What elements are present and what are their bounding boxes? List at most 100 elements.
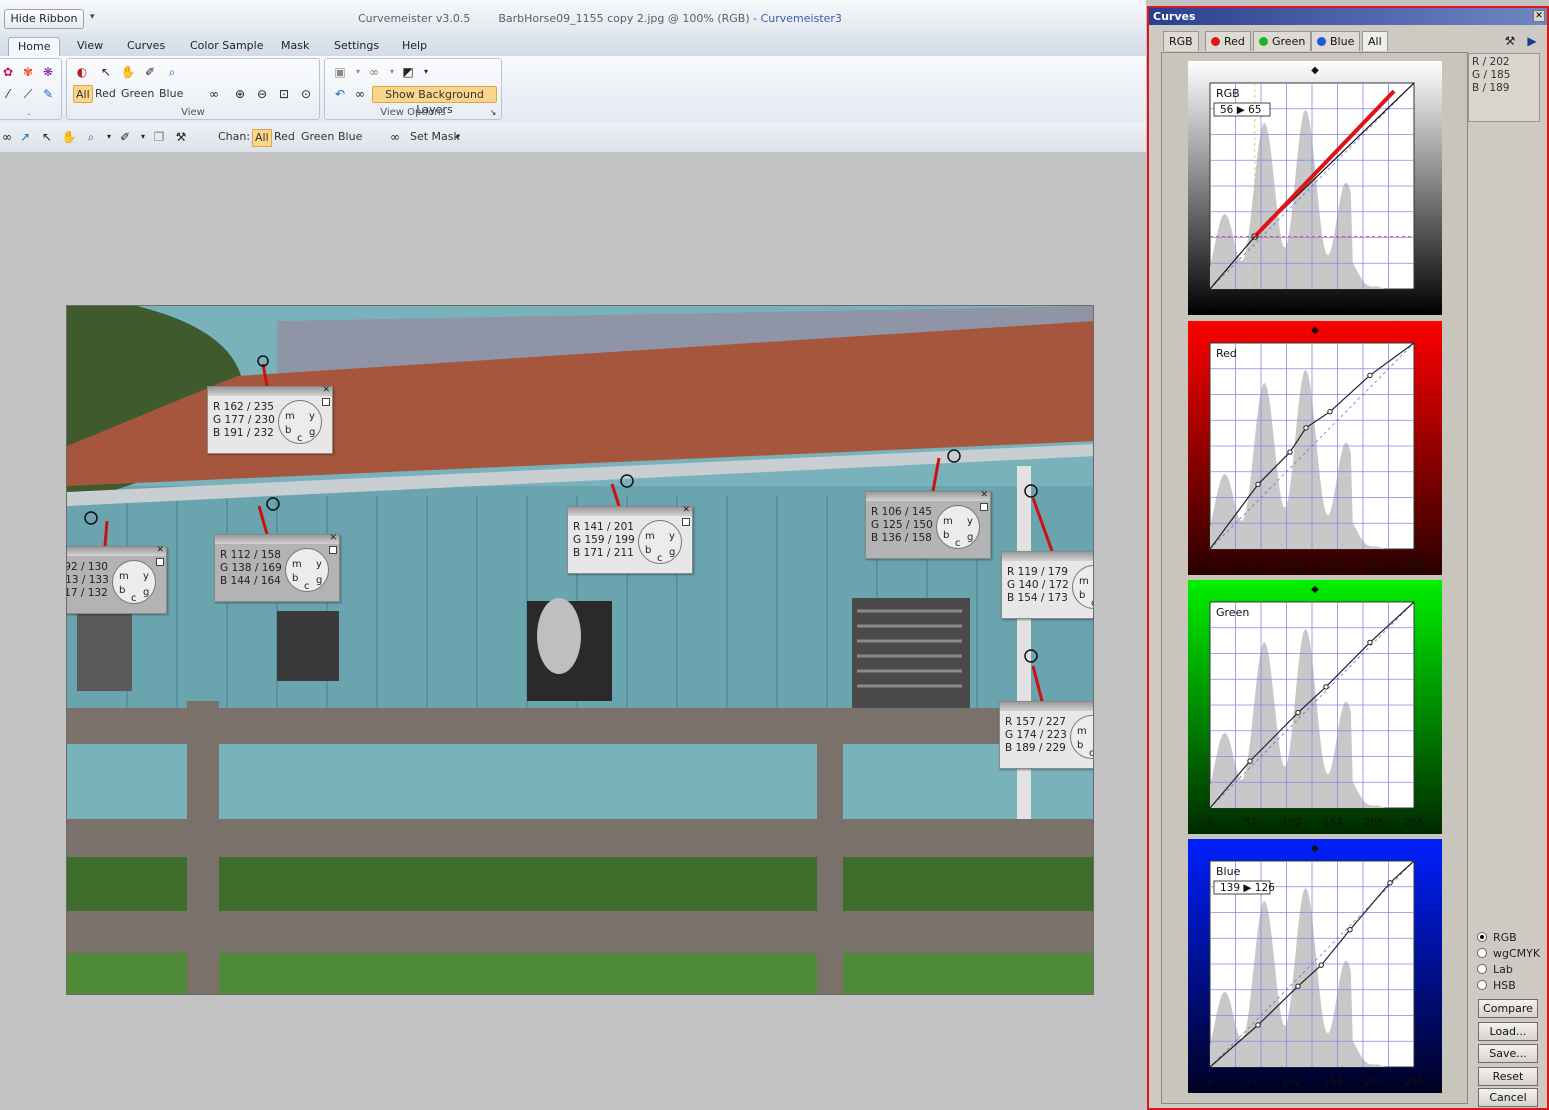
channel-blue-button[interactable]: Blue xyxy=(157,85,185,103)
pin-icon[interactable] xyxy=(682,518,690,526)
reset-button[interactable]: Reset xyxy=(1478,1067,1538,1086)
color-wheel-icon[interactable]: ✿ xyxy=(0,63,17,81)
color-sample-3[interactable]: ✕ R 112 / 158 G 138 / 169 B 144 / 164 m y bc… xyxy=(214,533,340,602)
chan-all-button[interactable]: All xyxy=(252,129,272,147)
layers-icon[interactable]: ∞ xyxy=(351,85,369,103)
palette-icon[interactable]: ✾ xyxy=(19,63,37,81)
show-background-layers-button[interactable]: Show Background Layers xyxy=(372,86,497,116)
curves-tab-rgb[interactable]: RGB xyxy=(1163,31,1199,51)
load-button[interactable]: Load... xyxy=(1478,1022,1538,1041)
pin-icon[interactable] xyxy=(322,398,330,406)
sample-titlebar[interactable] xyxy=(208,387,332,396)
undo-icon[interactable]: ↶ xyxy=(331,85,349,103)
tab-mask[interactable]: Mask xyxy=(279,37,311,56)
mask-icon[interactable]: ∞ xyxy=(386,128,404,146)
eyedropper-tool-icon[interactable]: ✐ xyxy=(141,63,159,81)
tab-help[interactable]: Help xyxy=(400,37,429,56)
curve-chart-blue[interactable]: ◆ Blue 139 ▶ 126 0 51 102 154 205 255 xyxy=(1188,839,1442,1093)
dial-letter: y xyxy=(669,531,675,542)
curve-display-icon[interactable]: ◩ xyxy=(399,63,417,81)
zoom-in-icon[interactable]: ⊕ xyxy=(231,85,249,103)
hand-icon[interactable]: ✋ xyxy=(119,63,137,81)
pointer-icon[interactable]: ↖ xyxy=(97,63,115,81)
channel-all-button[interactable]: All xyxy=(73,85,93,103)
dialog-launcher-icon[interactable]: ↘ xyxy=(487,107,499,119)
color-sample-5[interactable]: ✕ R 106 / 145 G 125 / 150 B 136 / 158 m y bc… xyxy=(865,490,991,559)
close-icon[interactable]: ✕ xyxy=(329,533,337,543)
pin-icon[interactable] xyxy=(980,503,988,511)
sample-titlebar[interactable] xyxy=(67,547,166,556)
zoom-fit-icon[interactable]: ⊡ xyxy=(275,85,293,103)
pin-icon[interactable] xyxy=(329,546,337,554)
cancel-button[interactable]: Cancel xyxy=(1478,1088,1538,1107)
color-sample-2[interactable]: ✕ R 92 / 130G 113 / 133B 117 / 132 m y bcg xyxy=(67,545,167,614)
wrench-icon[interactable]: ⚒ xyxy=(172,128,190,146)
zoom-out-icon[interactable]: ⊖ xyxy=(253,85,271,103)
magnify-icon[interactable]: ⌕ xyxy=(82,128,100,146)
sample-titlebar[interactable] xyxy=(1002,552,1093,561)
copy-icon[interactable]: ❐ xyxy=(150,128,168,146)
chan-blue-button[interactable]: Blue xyxy=(338,129,362,145)
hide-ribbon-button[interactable]: Hide Ribbon xyxy=(4,9,84,29)
wrench-icon[interactable]: ⚒ xyxy=(1501,32,1519,50)
pointer-icon[interactable]: ↖ xyxy=(38,128,56,146)
tab-view[interactable]: View xyxy=(75,37,105,56)
play-icon[interactable]: ▶ xyxy=(1523,32,1541,50)
curve-chart-rgb[interactable]: ◆ RGB 56 ▶ 65 0 51 102 154 205 255 xyxy=(1188,61,1442,315)
dropper-add-icon[interactable]: ⟋ xyxy=(19,85,37,103)
set-mask-dropdown[interactable]: ▾ xyxy=(456,129,460,145)
curves-tab-all[interactable]: All xyxy=(1362,31,1388,51)
sample-titlebar[interactable] xyxy=(1000,702,1093,711)
set-mask-button[interactable]: Set Mask xyxy=(410,129,460,145)
color-sample-6[interactable]: ✕ R 119 / 179G 140 / 172B 154 / 173 mybc… xyxy=(1001,551,1093,619)
tab-home[interactable]: Home xyxy=(8,37,61,56)
sample-titlebar[interactable] xyxy=(215,535,339,544)
curves-tab-green[interactable]: Green xyxy=(1253,31,1312,51)
mask-view-icon[interactable]: ∞ xyxy=(365,63,383,81)
curves-tab-red[interactable]: Red xyxy=(1205,31,1251,51)
tab-curves[interactable]: Curves xyxy=(125,37,167,56)
sample-titlebar[interactable] xyxy=(568,507,692,516)
curves-titlebar[interactable]: Curves xyxy=(1149,8,1547,25)
eyedropper-icon[interactable]: ✐ xyxy=(116,128,134,146)
sample-titlebar[interactable] xyxy=(866,492,990,501)
dropdown-icon[interactable]: ▾ xyxy=(417,63,435,81)
mask-icon[interactable]: ∞ xyxy=(0,128,16,146)
magnify-icon[interactable]: ⌕ xyxy=(163,63,181,81)
brush-icon[interactable]: ✎ xyxy=(39,85,57,103)
quick-access-dropdown[interactable]: ▾ xyxy=(90,12,95,22)
curve-chart-green[interactable]: ◆ Green 0 51 102 154 205 255 xyxy=(1188,580,1442,834)
pin-icon[interactable] xyxy=(156,558,164,566)
save-button[interactable]: Save... xyxy=(1478,1044,1538,1063)
hue-icon[interactable]: ❋ xyxy=(39,63,57,81)
mode-wgcmyk-radio[interactable]: wgCMYK xyxy=(1477,946,1540,961)
close-icon[interactable]: ✕ xyxy=(156,545,164,555)
color-sample-4[interactable]: ✕ R 141 / 201 G 159 / 199 B 171 / 211 m y bc… xyxy=(567,505,693,574)
mode-hsb-radio[interactable]: HSB xyxy=(1477,978,1516,993)
compare-button[interactable]: Compare xyxy=(1478,999,1538,1018)
channel-red-button[interactable]: Red xyxy=(93,85,118,103)
color-sample-7[interactable]: ✕ R 157 / 227G 174 / 223B 189 / 229 mybc… xyxy=(999,701,1093,769)
color-sample-1[interactable]: ✕ R 162 / 235 G 177 / 230 B 191 / 232 m y bc… xyxy=(207,385,333,454)
mode-rgb-radio[interactable]: RGB xyxy=(1477,930,1517,945)
channel-green-button[interactable]: Green xyxy=(119,85,156,103)
close-icon[interactable]: ✕ xyxy=(682,505,690,515)
hand-icon[interactable]: ✋ xyxy=(60,128,78,146)
curve-chart-red[interactable]: ◆ Red 0 51 102 154 205 255 xyxy=(1188,321,1442,575)
close-icon[interactable]: ✕ xyxy=(1533,10,1545,22)
close-icon[interactable]: ✕ xyxy=(322,385,330,395)
tab-settings[interactable]: Settings xyxy=(332,37,381,56)
close-icon[interactable]: ✕ xyxy=(980,490,988,500)
zoom-actual-icon[interactable]: ⊙ xyxy=(297,85,315,103)
image-canvas[interactable]: ✕ R 162 / 235 G 177 / 230 B 191 / 232 mybc… xyxy=(66,305,1094,995)
chan-red-button[interactable]: Red xyxy=(274,129,295,145)
mode-lab-radio[interactable]: Lab xyxy=(1477,962,1513,977)
curve-tool-icon[interactable]: ◐ xyxy=(73,63,91,81)
curves-tab-blue[interactable]: Blue xyxy=(1311,31,1361,51)
curve-pen-icon[interactable]: ↗ xyxy=(16,128,34,146)
chan-green-button[interactable]: Green xyxy=(301,129,334,145)
background-swatch-icon[interactable]: ▣ xyxy=(331,63,349,81)
link-icon[interactable]: ∞ xyxy=(205,85,223,103)
tab-color-sample[interactable]: Color Sample xyxy=(188,37,265,56)
eyedropper-icon[interactable]: ⁄ xyxy=(0,85,17,103)
